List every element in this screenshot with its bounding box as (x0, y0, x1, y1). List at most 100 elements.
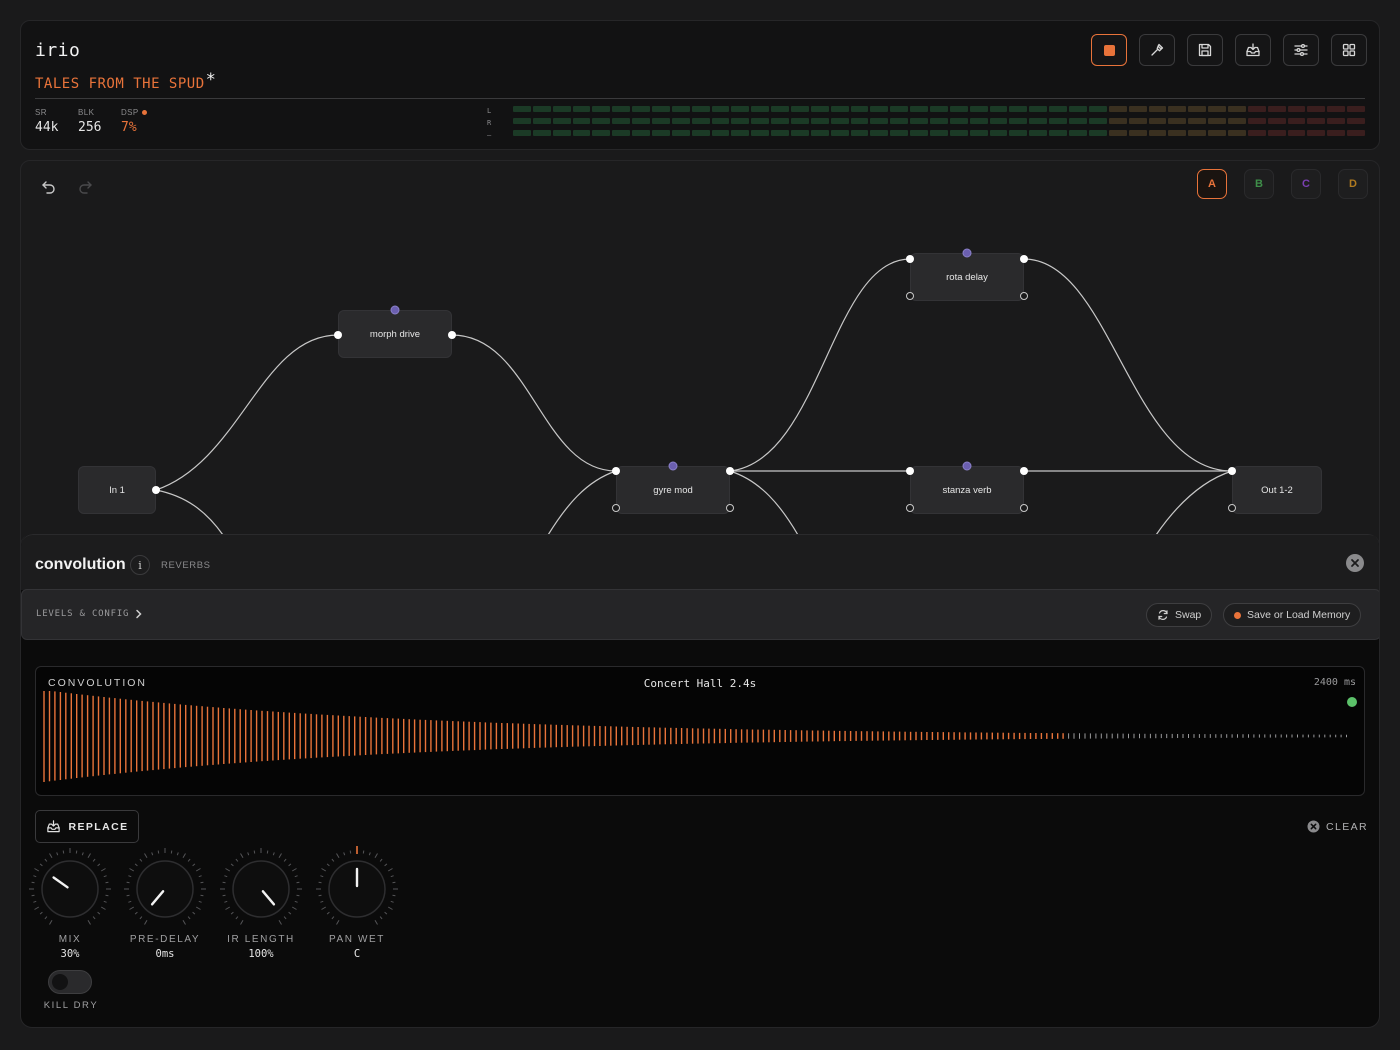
meter-segment (592, 106, 611, 112)
meter-segment (850, 106, 869, 112)
port-stanza-in2 (906, 504, 914, 512)
clear-label: CLEAR (1326, 820, 1369, 833)
meter-segment (652, 130, 670, 136)
grid-view-button[interactable] (1331, 34, 1367, 66)
knob-tick (379, 916, 383, 920)
port-gyre-out2 (726, 504, 734, 512)
meter-segment (1188, 106, 1207, 112)
meter-segment (1267, 118, 1286, 124)
knob-pre-delay-dial (124, 848, 206, 925)
meter-segment (751, 130, 770, 136)
knob-pan-wet[interactable]: PAN WET C (312, 846, 402, 966)
levels-config-link[interactable]: LEVELS & CONFIG (36, 609, 143, 619)
knob-tick (336, 919, 340, 925)
meter-segment (1208, 130, 1226, 136)
knob-tick (87, 853, 91, 859)
meter-segment (1287, 106, 1306, 112)
meter-segment (1029, 130, 1048, 136)
knob-tick (230, 911, 234, 915)
knob-tick (253, 850, 256, 854)
meter-segment (850, 118, 869, 124)
knob-tick (129, 906, 135, 910)
knob-tick (187, 858, 191, 862)
meter-segment (870, 118, 889, 124)
knob-tick (134, 911, 138, 915)
info-button[interactable]: i (130, 555, 150, 575)
knob-ir-length[interactable]: IR LENGTH 100% (216, 846, 306, 966)
meter-segment (771, 118, 790, 124)
signal-graph-canvas[interactable]: A B C D In 1 morph drive gyre mod rota d… (20, 160, 1380, 560)
knob-tick (31, 894, 35, 897)
meter-segment (592, 118, 611, 124)
meter-segment (989, 106, 1008, 112)
meter-segment (731, 130, 750, 136)
chevron-right-icon (136, 609, 142, 619)
knob-tick (105, 894, 109, 897)
knob-label: IR LENGTH (227, 934, 295, 945)
knob-tick (278, 919, 282, 925)
knob-tick (387, 868, 393, 872)
knob-tick (336, 853, 340, 859)
save-button[interactable] (1187, 34, 1223, 66)
knob-tick (225, 868, 231, 872)
import-button[interactable] (1235, 34, 1271, 66)
close-button[interactable] (1346, 554, 1364, 572)
knob-tick (288, 863, 292, 867)
knob-tick (387, 906, 393, 910)
port-out-in (1228, 467, 1236, 475)
knob-body (232, 860, 290, 918)
meter-segment (1168, 106, 1187, 112)
swap-button[interactable]: Swap (1146, 603, 1213, 627)
project-name[interactable]: TALES FROM THE SPUD* (35, 70, 216, 93)
knob-tick (331, 916, 335, 920)
knob-value: 0ms (155, 948, 175, 960)
meter-segment (1287, 130, 1306, 136)
meter-segment (1128, 118, 1147, 124)
tray-import-icon (1246, 43, 1260, 57)
memory-button[interactable]: Save or Load Memory (1223, 603, 1362, 627)
level-meter (513, 106, 1365, 136)
meter-segment (1307, 118, 1326, 124)
plugin-editor-header: convolution i REVERBS (21, 534, 1379, 590)
meter-segment (691, 106, 710, 112)
meter-label-right: R (487, 119, 492, 127)
knob-tick (235, 916, 239, 920)
meter-segment (1049, 106, 1068, 112)
tray-import-icon (46, 820, 60, 833)
meter-segment (910, 106, 929, 112)
knob-tick (374, 919, 378, 925)
knob-pre-delay[interactable]: PRE-DELAY 0ms (120, 846, 210, 966)
plugin-category: REVERBS (161, 560, 211, 571)
meter-segment (652, 106, 670, 112)
plugin-subbar: LEVELS & CONFIG Swap Save or Load Memory (21, 589, 1379, 640)
knob-tick (157, 850, 160, 854)
meter-segment (810, 118, 829, 124)
meter-segment (949, 130, 968, 136)
memory-label: Save or Load Memory (1247, 609, 1351, 621)
knob-tick (384, 911, 388, 915)
meter-segment (890, 118, 909, 124)
meter-segment (1327, 130, 1346, 136)
meter-segment (1009, 106, 1028, 112)
settings-button[interactable] (1283, 34, 1319, 66)
meter-segment (850, 130, 869, 136)
knob-tick (139, 916, 143, 920)
knob-mix[interactable]: MIX 30% (25, 846, 115, 966)
meter-segment (711, 130, 730, 136)
knob-tick (362, 850, 365, 854)
meter-segment (552, 130, 571, 136)
replace-ir-button[interactable]: REPLACE (35, 810, 139, 843)
port-morph-out (448, 331, 456, 339)
meter-segment (652, 118, 670, 124)
kill-dry-toggle[interactable] (48, 970, 92, 994)
mod-port-gyre (668, 461, 678, 471)
clear-ir-button[interactable]: CLEAR (1307, 820, 1368, 833)
stop-button[interactable] (1091, 34, 1127, 66)
knob-tick (129, 868, 135, 872)
tools-button[interactable] (1139, 34, 1175, 66)
meter-segment (1168, 130, 1187, 136)
stat-label: BLK (78, 108, 95, 117)
ir-name: Concert Hall 2.4s (643, 677, 757, 690)
knob-tick (318, 894, 322, 897)
knob-tick (92, 858, 96, 862)
